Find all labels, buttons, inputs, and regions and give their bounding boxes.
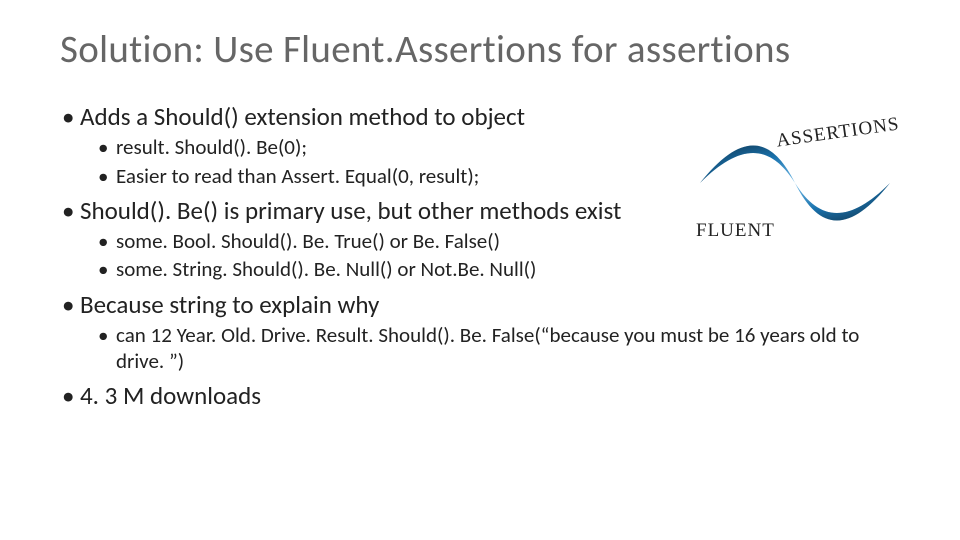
bullet-level1: Adds a Should() extension method to obje… <box>80 101 900 189</box>
bullet-level2: can 12 Year. Old. Drive. Result. Should(… <box>116 322 900 375</box>
bullet-text: Adds a Should() extension method to obje… <box>80 101 525 132</box>
bullet-text: Easier to read than Assert. Equal(0, res… <box>116 163 479 189</box>
bullet-level1: Because string to explain why can 12 Yea… <box>80 289 900 375</box>
bullet-level2: some. Bool. Should(). Be. True() or Be. … <box>116 228 900 254</box>
bullet-text: 4. 3 M downloads <box>80 380 261 411</box>
bullet-text: result. Should(). Be(0); <box>116 134 307 160</box>
bullet-level2: some. String. Should(). Be. Null() or No… <box>116 256 900 282</box>
bullet-level1: Should(). Be() is primary use, but other… <box>80 195 900 283</box>
bullet-level1: 4. 3 M downloads <box>80 380 900 411</box>
slide: Solution: Use Fluent.Assertions for asse… <box>0 0 960 540</box>
content-area: Adds a Should() extension method to obje… <box>60 101 900 412</box>
bullet-level2: Easier to read than Assert. Equal(0, res… <box>116 163 900 189</box>
bullet-text: can 12 Year. Old. Drive. Result. Should(… <box>116 322 859 374</box>
bullet-text: some. Bool. Should(). Be. True() or Be. … <box>116 228 500 254</box>
bullet-level2: result. Should(). Be(0); <box>116 134 900 160</box>
slide-title: Solution: Use Fluent.Assertions for asse… <box>60 26 900 73</box>
bullet-text: Should(). Be() is primary use, but other… <box>80 195 621 226</box>
bullet-text: some. String. Should(). Be. Null() or No… <box>116 256 536 282</box>
bullet-text: Because string to explain why <box>80 289 379 320</box>
